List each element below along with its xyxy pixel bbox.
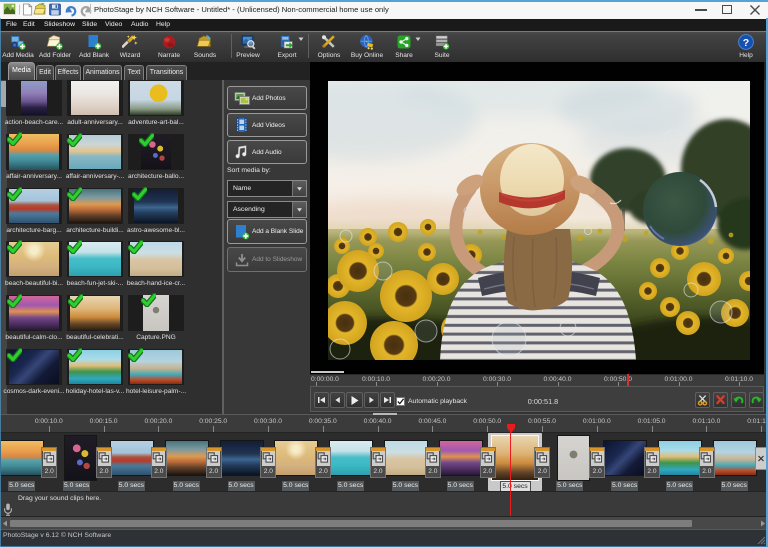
svg-text:?: ?: [743, 36, 749, 48]
